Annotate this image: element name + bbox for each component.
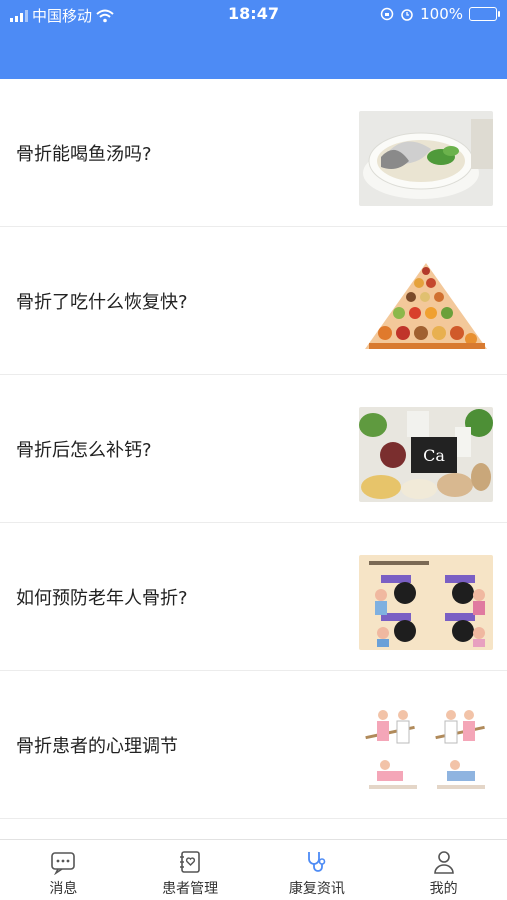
- list-item[interactable]: 骨折后怎么补钙? Ca: [0, 375, 507, 523]
- user-icon: [433, 851, 454, 874]
- list-item[interactable]: 骨折了吃什么恢复快?: [0, 227, 507, 375]
- calcium-symbol: Ca: [423, 446, 445, 465]
- tab-messages[interactable]: 消息: [0, 840, 127, 900]
- tab-label: 消息: [49, 881, 78, 897]
- article-title: 如何预防老年人骨折?: [16, 587, 188, 609]
- article-title: 骨折患者的心理调节: [16, 735, 178, 757]
- list-item[interactable]: 骨折能喝鱼汤吗?: [0, 79, 507, 227]
- message-icon: [51, 852, 76, 875]
- battery-icon: [469, 7, 500, 21]
- tab-label: 我的: [429, 881, 458, 897]
- elderly-fall-prevention-image: [359, 555, 493, 650]
- calcium-foods-image: Ca: [359, 407, 493, 502]
- article-title: 骨折后怎么补钙?: [16, 439, 152, 461]
- article-title: 骨折了吃什么恢复快?: [16, 291, 188, 313]
- rotation-lock-icon: [380, 7, 394, 21]
- patient-icon: [180, 851, 200, 873]
- alarm-icon: [401, 9, 413, 21]
- app-header: 中国移动 18:47 100%: [0, 0, 507, 79]
- tab-label: 康复资讯: [288, 881, 345, 897]
- battery-percent: 100%: [420, 5, 463, 23]
- list-item[interactable]: 如何预防老年人骨折?: [0, 523, 507, 671]
- stethoscope-icon: [307, 852, 326, 872]
- article-title: 骨折能喝鱼汤吗?: [16, 143, 152, 165]
- bottom-tab-bar: 消息 患者管理 康复资讯 我的: [0, 839, 507, 900]
- status-bar: 中国移动 18:47 100%: [0, 0, 507, 28]
- article-list: 骨折能喝鱼汤吗? 骨折了吃什么恢复快? 骨折后怎么补钙? Ca 如何预防老年人骨…: [0, 79, 507, 819]
- list-item[interactable]: 骨折患者的心理调节: [0, 671, 507, 819]
- rehab-exercise-image: [359, 703, 493, 798]
- tab-profile[interactable]: 我的: [380, 840, 507, 900]
- tab-patient-management[interactable]: 患者管理: [127, 840, 254, 900]
- tab-label: 患者管理: [162, 881, 219, 897]
- fish-soup-image: [359, 111, 493, 206]
- food-pyramid-image: [359, 259, 493, 354]
- tab-rehab-news[interactable]: 康复资讯: [254, 840, 381, 900]
